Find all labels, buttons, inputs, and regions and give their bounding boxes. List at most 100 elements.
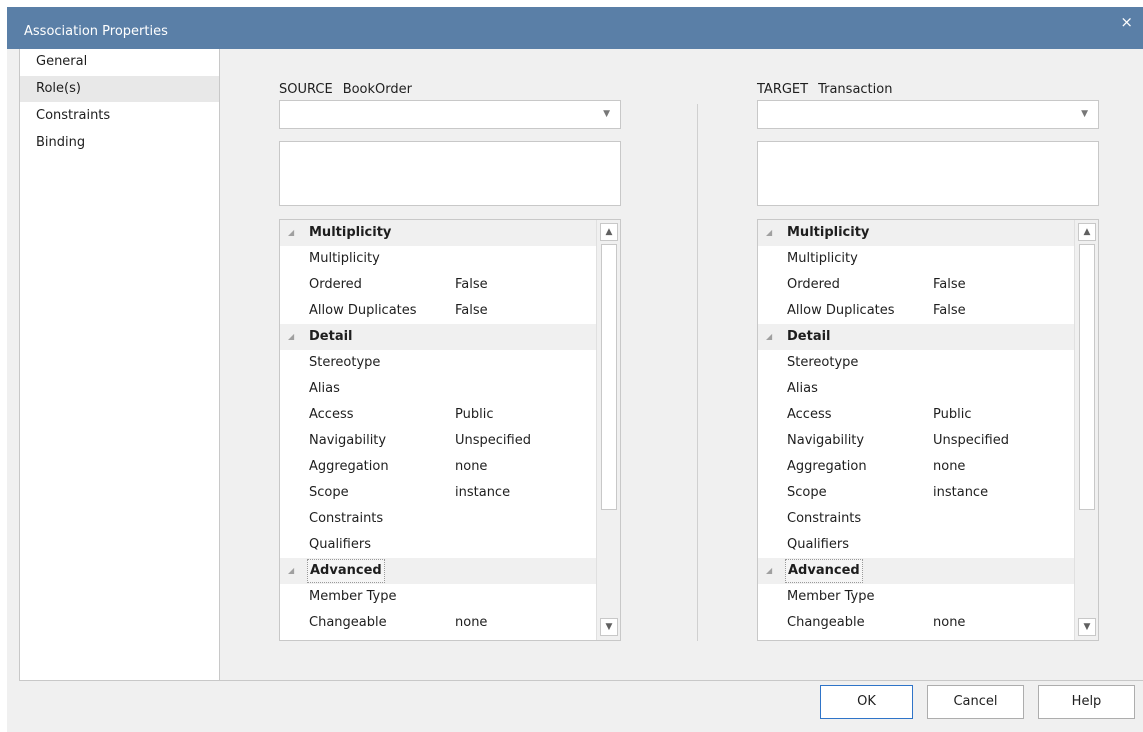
- category-row[interactable]: ◢ Advanced: [758, 558, 1075, 584]
- scroll-thumb[interactable]: [601, 244, 617, 510]
- chevron-down-icon[interactable]: ▼: [1081, 109, 1088, 119]
- collapse-triangle-icon[interactable]: ◢: [766, 558, 772, 584]
- panel-divider: [697, 104, 698, 641]
- category-row[interactable]: ◢ Multiplicity: [280, 220, 597, 246]
- category-row[interactable]: ◢ Detail: [758, 324, 1075, 350]
- scroll-thumb[interactable]: [1079, 244, 1095, 510]
- ok-button[interactable]: OK: [820, 685, 913, 719]
- property-row[interactable]: Scope instance: [758, 480, 1075, 506]
- target-role-combo[interactable]: ▼: [757, 100, 1099, 129]
- property-row[interactable]: Access Public: [280, 402, 597, 428]
- category-nav: General Role(s) Constraints Binding: [19, 49, 220, 681]
- property-row[interactable]: Scope instance: [280, 480, 597, 506]
- property-row[interactable]: Alias: [758, 376, 1075, 402]
- source-role-combo[interactable]: ▼: [279, 100, 621, 129]
- property-row[interactable]: Allow Duplicates False: [280, 298, 597, 324]
- property-name: Access: [787, 407, 832, 422]
- property-name: Scope: [787, 485, 827, 500]
- property-row[interactable]: Member Type: [758, 584, 1075, 610]
- close-icon[interactable]: ×: [1120, 13, 1133, 31]
- property-row[interactable]: Changeable none: [758, 610, 1075, 636]
- property-row[interactable]: Member Type: [280, 584, 597, 610]
- property-value: False: [933, 303, 966, 318]
- chevron-down-icon[interactable]: ▼: [603, 109, 610, 119]
- category-label: Advanced: [307, 559, 385, 583]
- window-title: Association Properties: [24, 24, 168, 39]
- category-label: Detail: [309, 329, 353, 344]
- source-property-grid: ◢ Multiplicity Multiplicity Ordered Fals…: [279, 219, 621, 641]
- category-row[interactable]: ◢ Detail: [280, 324, 597, 350]
- property-row[interactable]: Aggregation none: [758, 454, 1075, 480]
- property-row[interactable]: Changeable none: [280, 610, 597, 636]
- property-row[interactable]: Constraints: [758, 506, 1075, 532]
- source-notes-field[interactable]: [279, 141, 621, 206]
- collapse-triangle-icon[interactable]: ◢: [766, 220, 772, 246]
- property-row[interactable]: Qualifiers: [280, 532, 597, 558]
- property-row[interactable]: Alias: [280, 376, 597, 402]
- vertical-scrollbar[interactable]: ▲ ▼: [596, 220, 620, 640]
- target-element-name: Transaction: [818, 82, 893, 97]
- property-value: Unspecified: [455, 433, 531, 448]
- nav-item-roles[interactable]: Role(s): [20, 76, 219, 102]
- property-row[interactable]: Qualifiers: [758, 532, 1075, 558]
- property-name: Changeable: [309, 615, 387, 630]
- target-notes-field[interactable]: [757, 141, 1099, 206]
- property-name: Qualifiers: [787, 537, 849, 552]
- property-name: Allow Duplicates: [787, 303, 895, 318]
- scroll-up-icon[interactable]: ▲: [600, 223, 618, 241]
- property-name: Multiplicity: [309, 251, 380, 266]
- property-row[interactable]: Multiplicity: [758, 246, 1075, 272]
- nav-item-general[interactable]: General: [20, 49, 219, 75]
- property-row[interactable]: Constraints: [280, 506, 597, 532]
- nav-item-binding[interactable]: Binding: [20, 130, 219, 156]
- category-row[interactable]: ◢ Advanced: [280, 558, 597, 584]
- property-value: Public: [933, 407, 972, 422]
- category-label: Detail: [787, 329, 831, 344]
- collapse-triangle-icon[interactable]: ◢: [288, 220, 294, 246]
- collapse-triangle-icon[interactable]: ◢: [288, 324, 294, 350]
- property-row[interactable]: Stereotype: [758, 350, 1075, 376]
- target-property-grid: ◢ Multiplicity Multiplicity Ordered Fals…: [757, 219, 1099, 641]
- collapse-triangle-icon[interactable]: ◢: [288, 558, 294, 584]
- property-name: Aggregation: [787, 459, 867, 474]
- scroll-up-icon[interactable]: ▲: [1078, 223, 1096, 241]
- property-row[interactable]: Stereotype: [280, 350, 597, 376]
- property-name: Allow Duplicates: [309, 303, 417, 318]
- help-button[interactable]: Help: [1038, 685, 1135, 719]
- property-value: instance: [455, 485, 511, 500]
- target-header: TARGET Transaction: [757, 82, 892, 97]
- property-name: Navigability: [309, 433, 387, 448]
- property-row[interactable]: Allow Duplicates False: [758, 298, 1075, 324]
- property-row[interactable]: Ordered False: [280, 272, 597, 298]
- title-bar: Association Properties ×: [7, 7, 1143, 49]
- property-value: Public: [455, 407, 494, 422]
- vertical-scrollbar[interactable]: ▲ ▼: [1074, 220, 1098, 640]
- property-row[interactable]: Multiplicity: [280, 246, 597, 272]
- source-header: SOURCE BookOrder: [279, 82, 412, 97]
- property-value: none: [933, 615, 966, 630]
- cancel-button[interactable]: Cancel: [927, 685, 1024, 719]
- property-row[interactable]: Access Public: [758, 402, 1075, 428]
- property-row[interactable]: Navigability Unspecified: [280, 428, 597, 454]
- property-name: Multiplicity: [787, 251, 858, 266]
- category-label: Advanced: [785, 559, 863, 583]
- property-value: none: [933, 459, 966, 474]
- target-keyword: TARGET: [757, 82, 809, 97]
- collapse-triangle-icon[interactable]: ◢: [766, 324, 772, 350]
- property-name: Stereotype: [787, 355, 859, 370]
- category-row[interactable]: ◢ Multiplicity: [758, 220, 1075, 246]
- association-properties-dialog: Association Properties × General Role(s)…: [7, 7, 1143, 732]
- property-value: False: [933, 277, 966, 292]
- property-name: Ordered: [309, 277, 362, 292]
- property-name: Qualifiers: [309, 537, 371, 552]
- property-name: Access: [309, 407, 354, 422]
- nav-item-constraints[interactable]: Constraints: [20, 103, 219, 129]
- property-row[interactable]: Aggregation none: [280, 454, 597, 480]
- scroll-down-icon[interactable]: ▼: [600, 618, 618, 636]
- scroll-down-icon[interactable]: ▼: [1078, 618, 1096, 636]
- roles-panel: SOURCE BookOrder ▼ ◢ Multiplicity Multipl…: [220, 49, 1143, 681]
- property-name: Stereotype: [309, 355, 381, 370]
- property-name: Alias: [787, 381, 818, 396]
- property-row[interactable]: Navigability Unspecified: [758, 428, 1075, 454]
- property-row[interactable]: Ordered False: [758, 272, 1075, 298]
